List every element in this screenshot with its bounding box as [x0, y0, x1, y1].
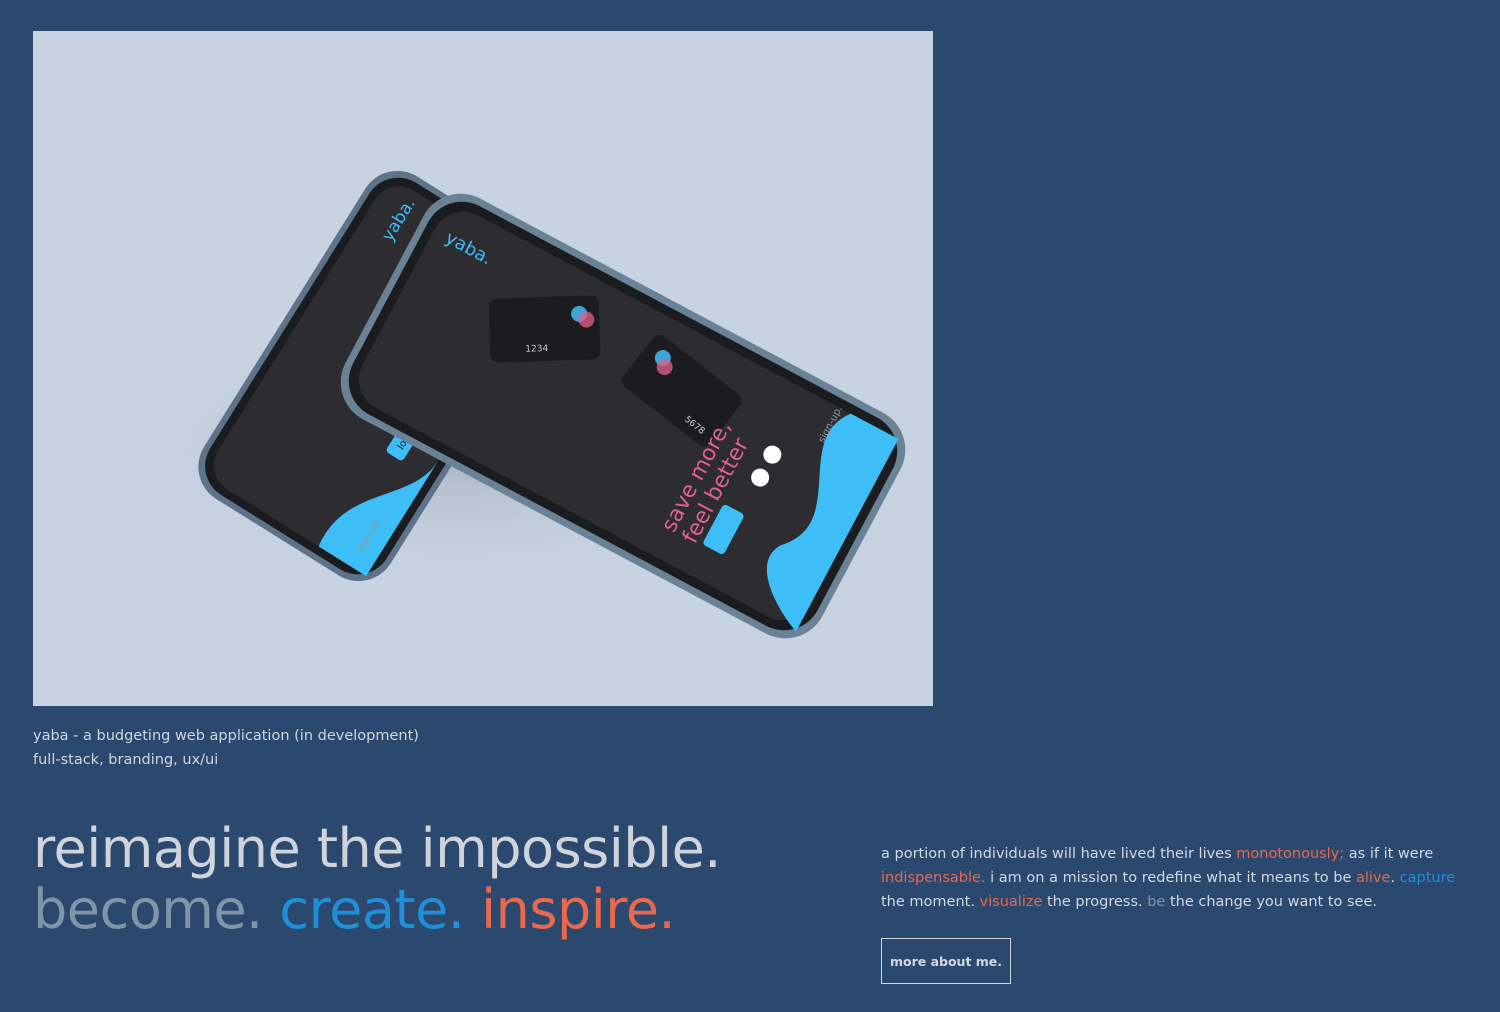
- about-text-4: .: [1390, 870, 1400, 886]
- about-text-3: i am on a mission to redefine what it me…: [985, 870, 1356, 886]
- project-tags: full-stack, branding, ux/ui: [33, 752, 219, 768]
- hero-headline: reimagine the impossible. become. create…: [33, 818, 721, 940]
- project-caption: yaba - a budgeting web application (in d…: [33, 724, 419, 772]
- about-word-monotonously: monotonously;: [1236, 846, 1345, 862]
- about-text-6: the progress.: [1042, 894, 1148, 910]
- about-word-visualize: visualize: [979, 894, 1043, 910]
- headline-line-1: reimagine the impossible.: [33, 817, 721, 880]
- project-title: yaba - a budgeting web application (in d…: [33, 728, 419, 744]
- phone-mockup-illustration: yaba. save more, feel better login. sign…: [73, 170, 906, 639]
- about-text-5: the moment.: [881, 894, 980, 910]
- about-paragraph: a portion of individuals will have lived…: [881, 842, 1461, 914]
- project-image-yaba[interactable]: yaba. save more, feel better login. sign…: [33, 31, 933, 706]
- about-text-2: as if it were: [1344, 846, 1434, 862]
- about-word-alive: alive: [1355, 870, 1391, 886]
- headline-word-create: create.: [279, 878, 465, 941]
- about-text-1: a portion of individuals will have lived…: [881, 846, 1237, 862]
- about-text-7: the change you want to see.: [1165, 894, 1377, 910]
- headline-line-2: become. create. inspire.: [33, 879, 721, 940]
- card-number-1: 1234: [525, 344, 549, 355]
- more-about-me-button[interactable]: more about me.: [881, 938, 1011, 984]
- about-word-indispensable: indispensable.: [881, 870, 986, 886]
- headline-word-inspire: inspire.: [481, 878, 676, 941]
- about-word-be: be: [1147, 894, 1166, 910]
- headline-word-become: become.: [33, 878, 263, 941]
- about-word-capture: capture: [1399, 870, 1456, 886]
